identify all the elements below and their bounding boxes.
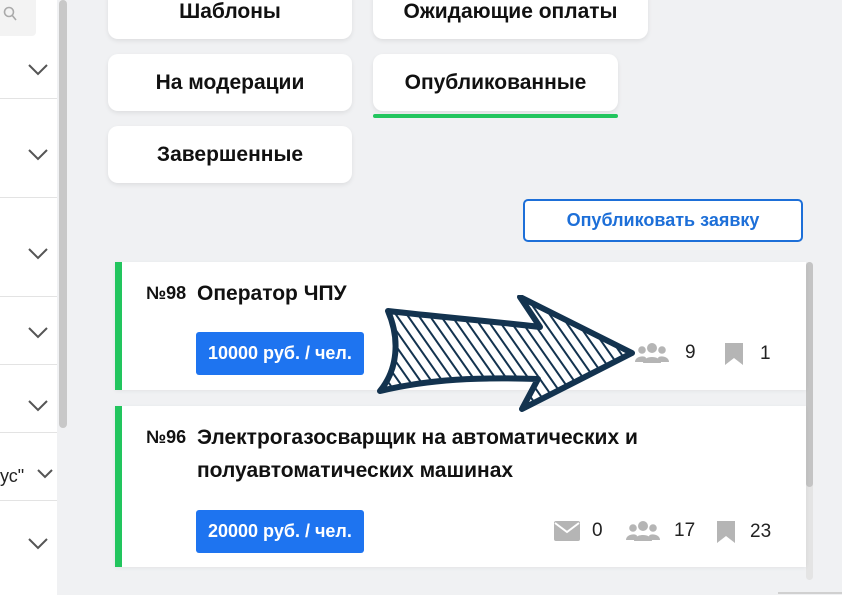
sidebar-divider <box>0 296 57 297</box>
bookmarks-stat: 1 <box>724 342 771 366</box>
tab-awaiting-payment[interactable]: Ожидающие оплаты <box>373 0 648 39</box>
card-status-bar <box>115 262 122 390</box>
sidebar-divider <box>0 432 57 433</box>
card-status-bar <box>115 406 122 567</box>
bookmarks-count: 23 <box>750 521 772 542</box>
search-input[interactable] <box>0 0 36 36</box>
chevron-down-icon[interactable] <box>27 537 49 551</box>
sidebar-divider <box>0 500 57 501</box>
users-icon <box>626 521 660 541</box>
search-icon <box>3 6 17 21</box>
tab-label: Ожидающие оплаты <box>403 0 618 23</box>
arrow-annotation-icon <box>377 295 635 412</box>
participants-count: 9 <box>685 342 696 363</box>
filter-sidebar: ус" <box>0 0 57 595</box>
card-number: №98 <box>146 283 187 303</box>
tab-completed[interactable]: Завершенные <box>108 126 352 183</box>
users-icon <box>635 343 669 363</box>
messages-count: 0 <box>592 520 603 541</box>
tab-moderation[interactable]: На модерации <box>108 54 352 111</box>
tab-label: Завершенные <box>156 142 304 166</box>
chevron-down-icon[interactable] <box>27 148 49 162</box>
participants-count: 17 <box>674 520 696 541</box>
active-tab-indicator <box>373 114 618 118</box>
tab-label: На модерации <box>155 70 305 94</box>
chevron-down-icon[interactable] <box>27 326 49 340</box>
tab-label: Опубликованные <box>404 70 587 94</box>
participants-stat: 17 <box>626 520 695 542</box>
tab-label: Шаблоны <box>179 0 281 23</box>
chevron-down-icon[interactable] <box>36 468 54 480</box>
messages-stat: 0 <box>554 520 603 542</box>
card-title[interactable]: Электрогазосварщик на автоматических и п… <box>197 421 717 487</box>
participants-stat: 9 <box>635 342 696 364</box>
price-badge: 20000 руб. / чел. <box>196 510 364 553</box>
price-badge: 10000 руб. / чел. <box>196 332 364 375</box>
bookmark-icon[interactable] <box>716 520 736 544</box>
chevron-down-icon[interactable] <box>27 399 49 413</box>
card-number: №96 <box>146 427 187 447</box>
tab-published[interactable]: Опубликованные <box>373 54 618 111</box>
chevron-down-icon[interactable] <box>27 63 49 77</box>
bookmark-icon[interactable] <box>724 342 744 366</box>
sidebar-filter-label: ус" <box>0 466 25 486</box>
bookmarks-count: 1 <box>760 343 771 364</box>
sidebar-divider <box>0 197 57 198</box>
envelope-icon <box>554 521 580 541</box>
tab-templates[interactable]: Шаблоны <box>108 0 352 39</box>
chevron-down-icon[interactable] <box>27 247 49 261</box>
list-scrollbar[interactable] <box>806 262 813 487</box>
request-card[interactable]: №96 Электрогазосварщик на автоматических… <box>115 406 806 567</box>
footer-divider <box>778 592 842 594</box>
publish-request-button[interactable]: Опубликовать заявку <box>523 199 803 242</box>
sidebar-divider <box>0 98 57 99</box>
sidebar-scrollbar[interactable] <box>59 0 67 428</box>
sidebar-divider <box>0 364 57 365</box>
bookmarks-stat: 23 <box>716 520 771 544</box>
